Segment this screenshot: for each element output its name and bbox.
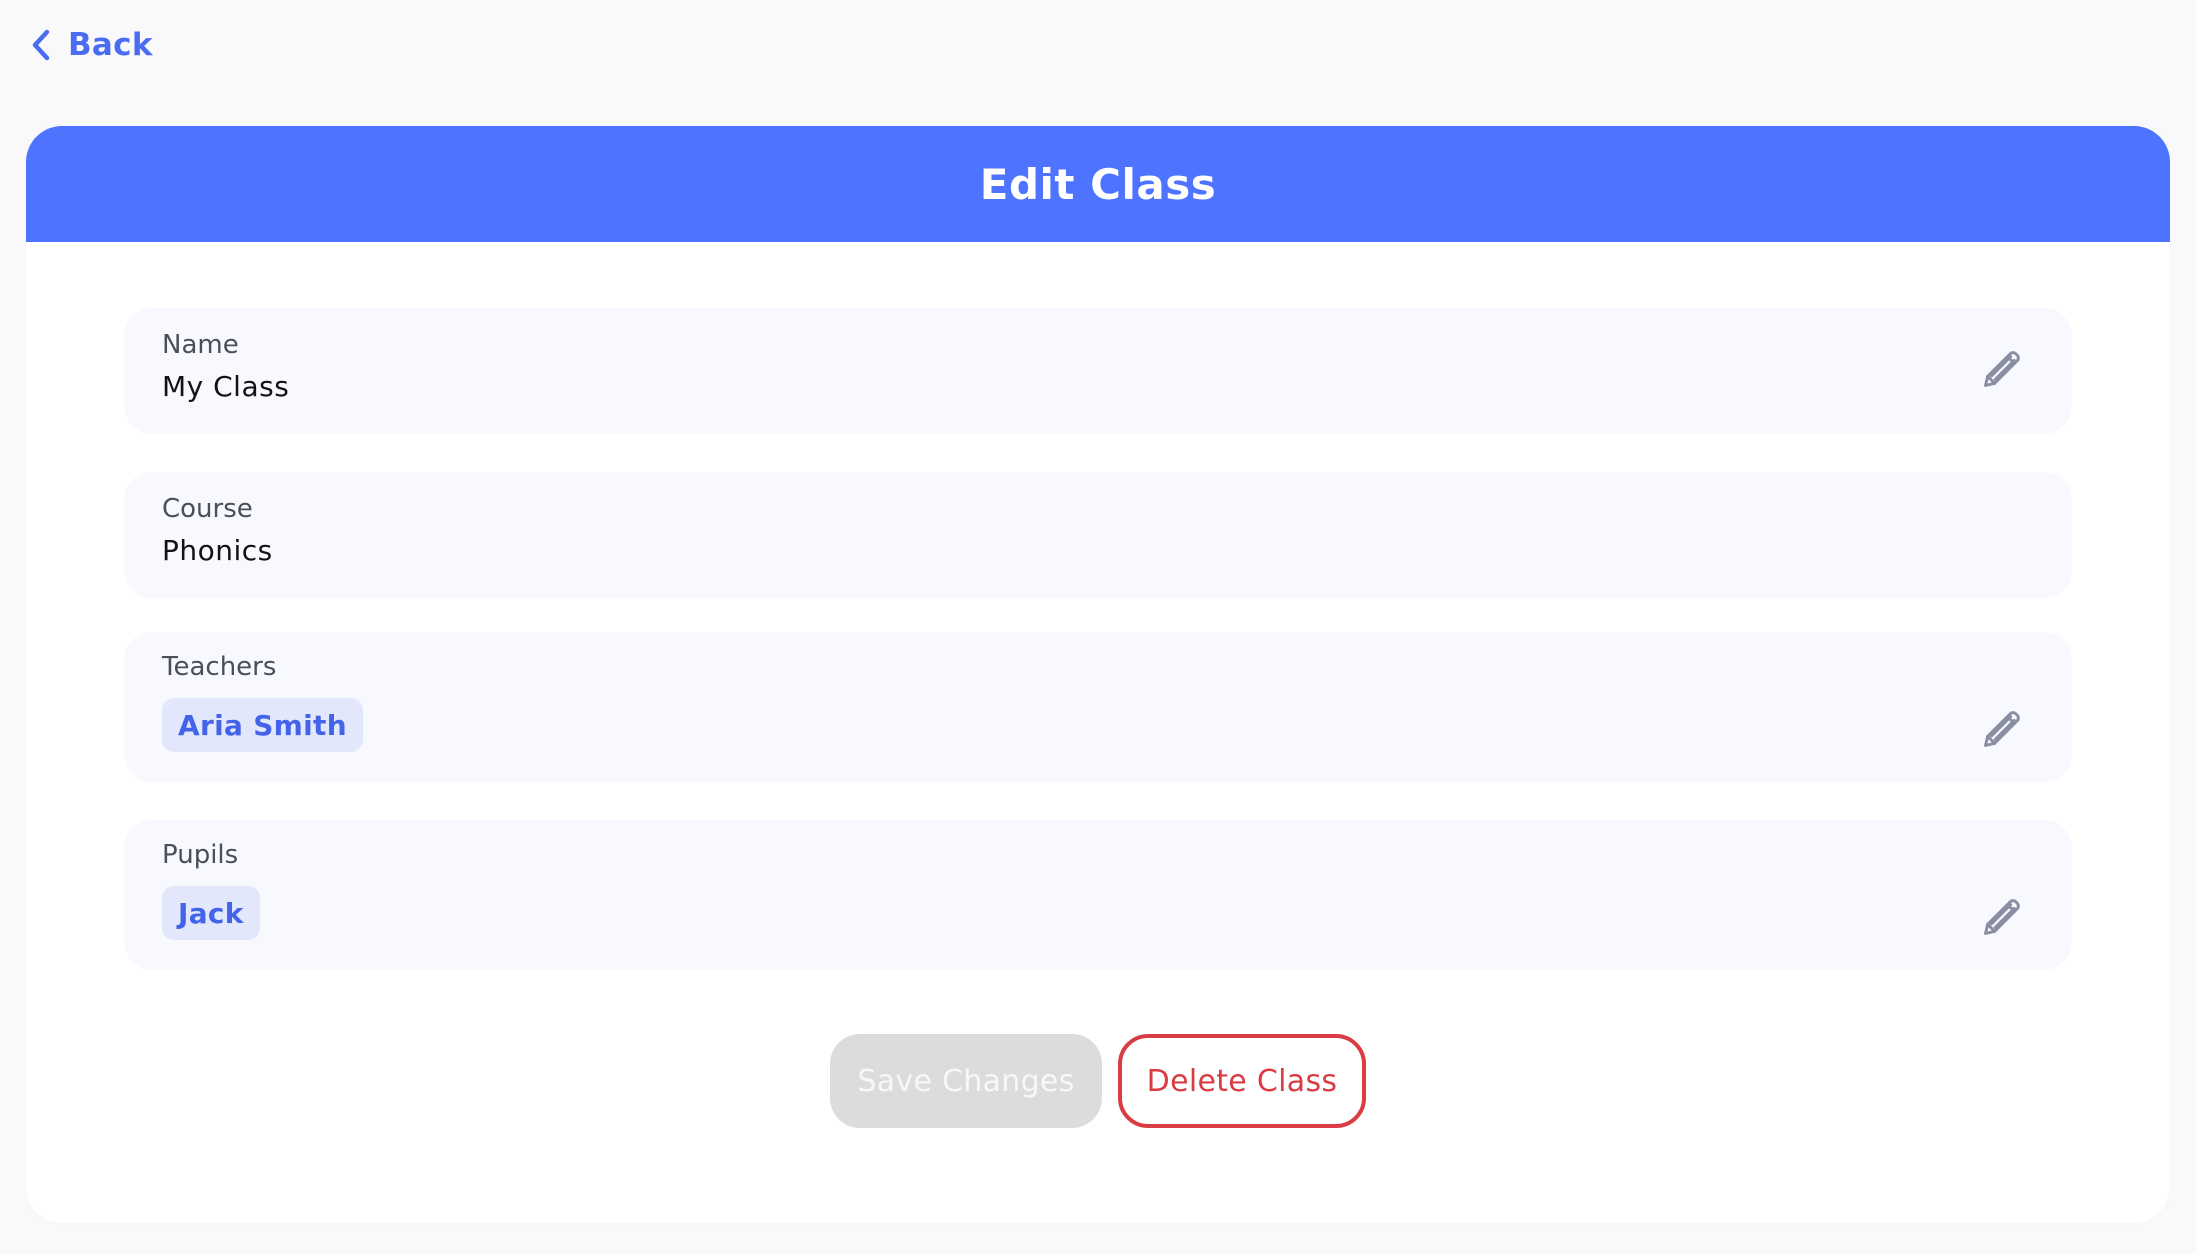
name-field: Name My Class — [124, 308, 2072, 434]
edit-teachers-button[interactable] — [1978, 707, 2026, 755]
teacher-chip[interactable]: Aria Smith — [162, 698, 363, 752]
delete-class-button[interactable]: Delete Class — [1118, 1034, 1366, 1128]
back-button[interactable]: Back — [30, 24, 153, 66]
pencil-icon — [1980, 895, 2024, 943]
teachers-label: Teachers — [162, 652, 277, 682]
save-changes-button[interactable]: Save Changes — [830, 1034, 1102, 1128]
teachers-field: Teachers Aria Smith — [124, 632, 2072, 782]
back-label: Back — [68, 27, 153, 63]
course-value: Phonics — [162, 534, 273, 567]
pencil-icon — [1980, 707, 2024, 755]
card-header: Edit Class — [26, 126, 2170, 242]
pencil-icon — [1980, 347, 2024, 395]
course-field: Course Phonics — [124, 472, 2072, 598]
chevron-left-icon — [30, 28, 52, 62]
edit-pupils-button[interactable] — [1978, 895, 2026, 943]
name-label: Name — [162, 330, 239, 360]
edit-class-card: Edit Class Name My Class Course Phonics … — [26, 126, 2170, 1223]
course-label: Course — [162, 494, 253, 524]
pupils-field: Pupils Jack — [124, 820, 2072, 970]
pupils-label: Pupils — [162, 840, 239, 870]
pupil-chip[interactable]: Jack — [162, 886, 260, 940]
name-value: My Class — [162, 370, 290, 403]
page-title: Edit Class — [979, 159, 1217, 209]
edit-name-button[interactable] — [1978, 347, 2026, 395]
